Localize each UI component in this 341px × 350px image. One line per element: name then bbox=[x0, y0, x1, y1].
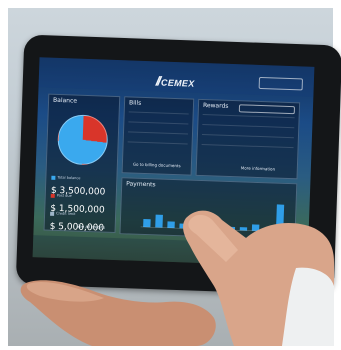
photo-frame: //CEMEX Balance Total balance $ 3,500,00… bbox=[0, 0, 341, 350]
hands-illustration bbox=[20, 210, 334, 346]
